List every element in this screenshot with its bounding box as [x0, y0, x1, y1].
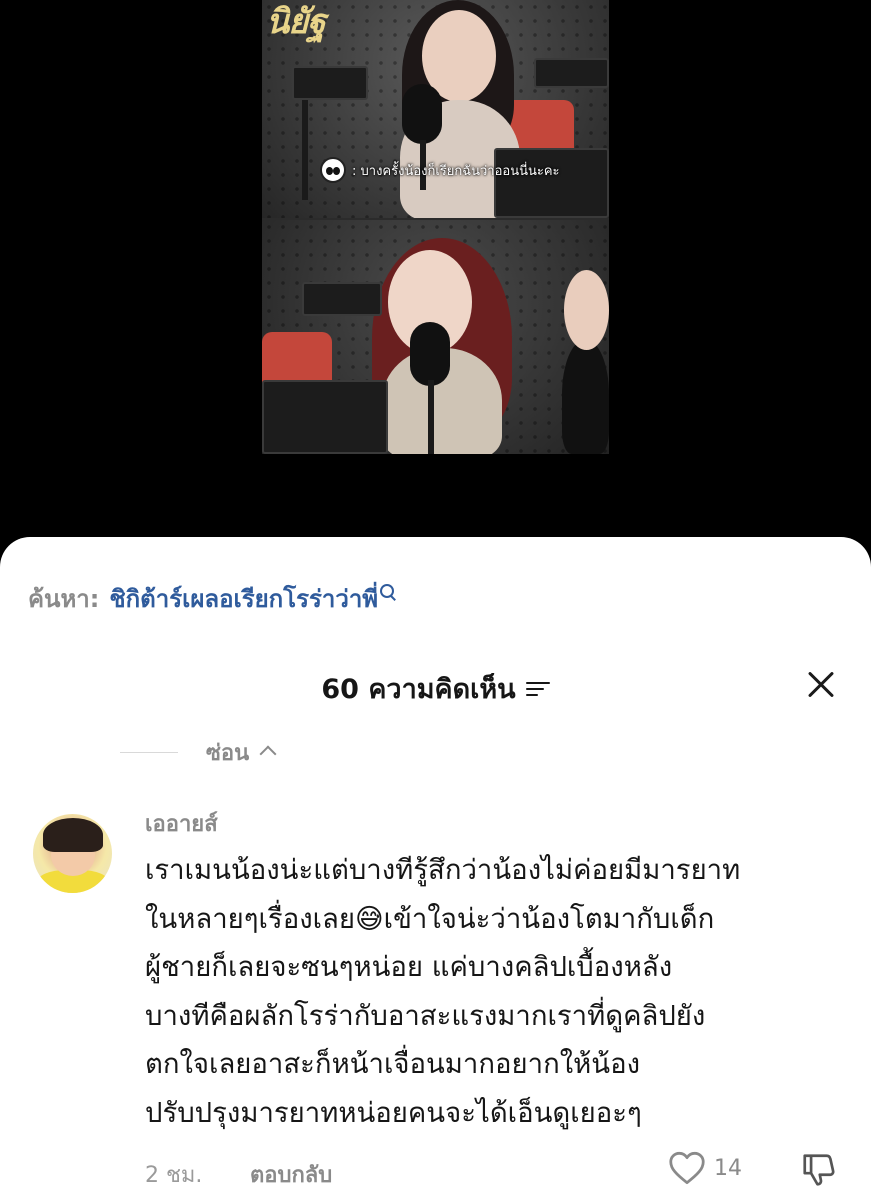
video-scene-bottom: [262, 220, 609, 454]
search-icon[interactable]: [380, 583, 396, 600]
chevron-up-icon: [259, 745, 277, 763]
comments-sheet: ค้นหา: ชิกิต้าร์เผลอเรียกโรร่าว่าพี่ 60 …: [0, 537, 871, 1200]
comments-header: 60 ความคิดเห็น: [0, 663, 871, 705]
heart-icon[interactable]: [668, 1151, 706, 1185]
search-query-link[interactable]: ชิกิต้าร์เผลอเรียกโรร่าว่าพี่: [109, 579, 378, 618]
reply-button[interactable]: ตอบกลับ: [250, 1157, 332, 1192]
caption-text: : บางครั้งน้องก็เรียกฉันว่าออนนี่นะคะ: [352, 163, 560, 179]
hide-replies-toggle[interactable]: ซ่อน: [120, 735, 277, 770]
video-caption: : บางครั้งน้องก็เรียกฉันว่าออนนี่นะคะ: [320, 157, 560, 183]
comment-username[interactable]: เออายส์: [145, 806, 218, 841]
search-prefix: ค้นหา:: [28, 585, 100, 613]
hide-label: ซ่อน: [206, 741, 250, 766]
video-player[interactable]: นิยัฐ : บางครั้งน้องก็เรียกฉันว่าออนนี่น…: [0, 0, 871, 560]
comment-text: เราเมนน้องน่ะแต่บางทีรู้สึกว่าน้องไม่ค่อ…: [145, 854, 741, 1129]
like-button[interactable]: 14: [668, 1151, 742, 1185]
comment-time: 2 ชม.: [145, 1163, 203, 1188]
like-count: 14: [714, 1155, 742, 1181]
studio-logo: นิยัฐ: [266, 2, 326, 42]
related-search[interactable]: ค้นหา: ชิกิต้าร์เผลอเรียกโรร่าว่าพี่: [28, 579, 396, 618]
video-frame: นิยัฐ : บางครั้งน้องก็เรียกฉันว่าออนนี่น…: [262, 0, 609, 454]
panda-icon: [320, 157, 346, 183]
video-scene-top: นิยัฐ : บางครั้งน้องก็เรียกฉันว่าออนนี่น…: [262, 0, 609, 218]
avatar[interactable]: [33, 814, 112, 893]
divider-line: [120, 751, 178, 754]
comment-meta: 2 ชม. ตอบกลับ 14: [145, 1151, 845, 1191]
sort-icon[interactable]: [525, 680, 550, 698]
close-icon[interactable]: [806, 669, 836, 699]
comments-count-title: 60 ความคิดเห็น: [321, 674, 516, 705]
dislike-icon[interactable]: [800, 1151, 838, 1189]
